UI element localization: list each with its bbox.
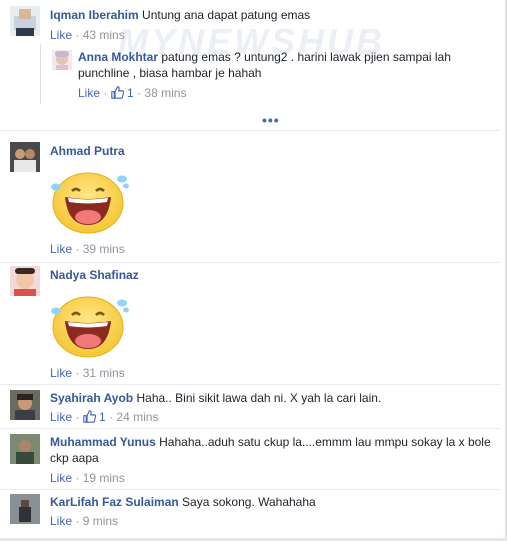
commenter-name[interactable]: Muhammad Yunus xyxy=(50,435,156,449)
reply-thread-line xyxy=(40,44,41,104)
timestamp[interactable]: 43 mins xyxy=(83,28,125,42)
divider xyxy=(0,130,500,131)
separator: · xyxy=(109,410,114,424)
separator: · xyxy=(75,242,80,256)
like-link[interactable]: Like xyxy=(50,471,72,485)
comment-text: Saya sokong. Wahahaha xyxy=(182,495,316,509)
thumbs-up-icon xyxy=(82,410,96,426)
divider xyxy=(0,489,500,490)
like-link[interactable]: Like xyxy=(50,514,72,528)
commenter-name[interactable]: Anna Mokhtar xyxy=(78,50,158,64)
comment-actions: Like · 19 mins xyxy=(50,471,125,485)
comment-body: Ahmad Putra xyxy=(50,143,492,159)
avatar[interactable] xyxy=(10,266,40,296)
avatar[interactable] xyxy=(10,434,40,464)
separator: · xyxy=(137,86,142,100)
like-link[interactable]: Like xyxy=(50,28,72,42)
separator: · xyxy=(75,514,80,528)
timestamp[interactable]: 31 mins xyxy=(83,366,125,380)
avatar[interactable] xyxy=(10,494,40,524)
comment-body: Syahirah Ayob Haha.. Bini sikit lawa dah… xyxy=(50,390,492,406)
thumbs-up-icon xyxy=(110,86,124,102)
like-count-value: 1 xyxy=(99,410,106,424)
commenter-name[interactable]: Syahirah Ayob xyxy=(50,391,133,405)
avatar[interactable] xyxy=(10,390,40,420)
comment-body: Muhammad Yunus Hahaha..aduh satu ckup la… xyxy=(50,434,492,466)
divider xyxy=(0,262,500,263)
commenter-name[interactable]: KarLifah Faz Sulaiman xyxy=(50,495,179,509)
comment-body: Nadya Shafinaz xyxy=(50,267,492,283)
avatar[interactable] xyxy=(52,50,72,70)
separator: · xyxy=(75,410,80,424)
timestamp[interactable]: 24 mins xyxy=(116,410,158,424)
comment-text: Haha.. Bini sikit lawa dah ni. X yah la … xyxy=(136,391,382,405)
timestamp[interactable]: 19 mins xyxy=(83,471,125,485)
like-count[interactable]: 1 xyxy=(110,86,134,102)
timestamp[interactable]: 38 mins xyxy=(144,86,186,100)
comment-body: Iqman Iberahim Untung ana dapat patung e… xyxy=(50,7,492,23)
commenter-name[interactable]: Iqman Iberahim xyxy=(50,8,139,22)
separator: · xyxy=(75,28,80,42)
separator: · xyxy=(75,471,80,485)
laughing-tears-sticker xyxy=(51,296,129,358)
commenter-name[interactable]: Nadya Shafinaz xyxy=(50,268,139,282)
like-count[interactable]: 1 xyxy=(82,410,106,426)
timestamp[interactable]: 39 mins xyxy=(83,242,125,256)
more-replies-icon[interactable]: ••• xyxy=(262,112,280,128)
like-link[interactable]: Like xyxy=(78,86,100,100)
like-link[interactable]: Like xyxy=(50,366,72,380)
divider xyxy=(0,428,500,429)
separator: · xyxy=(75,366,80,380)
comment-body: KarLifah Faz Sulaiman Saya sokong. Wahah… xyxy=(50,494,492,510)
comment-actions: Like · 39 mins xyxy=(50,242,125,256)
like-link[interactable]: Like xyxy=(50,410,72,424)
commenter-name[interactable]: Ahmad Putra xyxy=(50,144,125,158)
comment-actions: Like · 31 mins xyxy=(50,366,125,380)
comment-body: Anna Mokhtar patung emas ? untung2 . har… xyxy=(78,49,492,81)
comment-actions: Like · 43 mins xyxy=(50,28,125,42)
timestamp[interactable]: 9 mins xyxy=(83,514,118,528)
divider xyxy=(0,384,500,385)
comment-actions: Like · 1 · 38 mins xyxy=(78,86,186,102)
avatar[interactable] xyxy=(10,6,40,36)
separator: · xyxy=(103,86,108,100)
comment-actions: Like · 1 · 24 mins xyxy=(50,410,158,426)
comment-text: Untung ana dapat patung emas xyxy=(142,8,311,22)
like-link[interactable]: Like xyxy=(50,242,72,256)
avatar[interactable] xyxy=(10,142,40,172)
laughing-tears-sticker xyxy=(51,172,129,234)
like-count-value: 1 xyxy=(127,86,134,100)
comment-actions: Like · 9 mins xyxy=(50,514,118,528)
